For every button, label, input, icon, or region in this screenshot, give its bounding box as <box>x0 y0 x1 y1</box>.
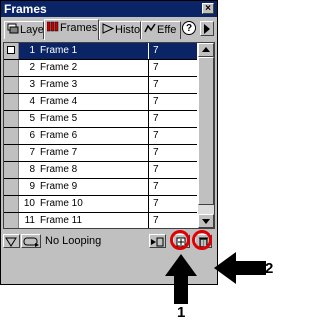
frame-number: 6 <box>29 130 35 141</box>
frame-visibility-toggle[interactable] <box>4 128 19 144</box>
frame-name[interactable]: Frame 5 <box>40 113 77 124</box>
frame-visibility-toggle[interactable] <box>4 77 19 93</box>
frame-name[interactable]: Frame 11 <box>40 215 82 226</box>
frame-name[interactable]: Frame 6 <box>40 130 77 141</box>
frame-number: 10 <box>23 198 35 209</box>
annotation-label-1: 1 <box>177 304 186 321</box>
column-divider <box>148 111 149 127</box>
frame-number: 2 <box>29 62 35 73</box>
title-bar[interactable]: Frames × <box>1 1 217 17</box>
tab-effects[interactable]: Effe <box>141 21 181 39</box>
column-divider <box>148 196 149 212</box>
frame-delay[interactable]: 7 <box>153 147 159 158</box>
scroll-thumb[interactable] <box>198 57 214 205</box>
frame-name[interactable]: Frame 10 <box>40 198 83 209</box>
frame-name[interactable]: Frame 9 <box>40 181 77 192</box>
panel-menu-arrow-icon[interactable] <box>200 21 214 36</box>
close-button[interactable]: × <box>202 3 214 14</box>
frame-number: 4 <box>29 96 35 107</box>
frames-icon <box>46 21 59 32</box>
panel-title: Frames <box>4 2 47 16</box>
arrow-2-icon <box>214 252 266 284</box>
frame-number: 11 <box>24 215 35 226</box>
frame-visibility-toggle[interactable] <box>4 196 19 212</box>
frame-row[interactable]: 11 Frame 11 7 <box>4 213 197 228</box>
frame-delay[interactable]: 7 <box>153 96 159 107</box>
frame-row[interactable]: 9 Frame 9 7 <box>4 179 197 196</box>
frame-visibility-toggle[interactable] <box>4 94 19 110</box>
frame-list: 1 Frame 1 7 2 Frame 2 7 3 Frame 3 7 4 Frame 4 7 5 Fra… <box>3 42 215 229</box>
column-divider <box>148 179 149 195</box>
layers-icon <box>7 23 19 34</box>
frame-name[interactable]: Frame 1 <box>40 45 77 56</box>
frame-delay[interactable]: 7 <box>153 79 159 90</box>
frame-name[interactable]: Frame 8 <box>40 164 77 175</box>
looping-status[interactable]: No Looping <box>45 235 101 247</box>
tab-label: Histo <box>115 24 141 36</box>
tab-label: Laye <box>20 24 44 36</box>
column-divider <box>148 94 149 110</box>
frame-visibility-toggle[interactable] <box>4 162 19 178</box>
frame-visibility-toggle[interactable] <box>4 145 19 161</box>
annotation-label-2: 2 <box>265 260 274 277</box>
frame-delay[interactable]: 7 <box>153 113 159 124</box>
highlight-delete-frame <box>192 230 212 250</box>
frame-visibility-toggle[interactable] <box>4 60 19 76</box>
loop-icon[interactable] <box>21 234 41 248</box>
frame-row[interactable]: 10 Frame 10 7 <box>4 196 197 213</box>
frame-row[interactable]: 2 Frame 2 7 <box>4 60 197 77</box>
column-divider <box>148 43 149 59</box>
column-divider <box>148 213 149 228</box>
effects-icon <box>144 23 156 34</box>
distribute-to-frames-icon[interactable] <box>149 234 166 248</box>
frame-delay[interactable]: 7 <box>153 45 159 56</box>
frame-row[interactable]: 6 Frame 6 7 <box>4 128 197 145</box>
frame-number: 7 <box>29 147 35 158</box>
frame-delay[interactable]: 7 <box>153 198 159 209</box>
frame-name[interactable]: Frame 4 <box>40 96 77 107</box>
frame-delay[interactable]: 7 <box>153 215 159 226</box>
frame-number: 9 <box>29 181 35 192</box>
vertical-scrollbar[interactable] <box>198 43 214 228</box>
help-button[interactable]: ? <box>182 21 196 35</box>
tab-label: Effe <box>157 24 177 36</box>
frame-number: 5 <box>29 113 35 124</box>
tab-label: Frames <box>60 22 98 34</box>
arrow-1-icon <box>165 254 197 304</box>
frame-row[interactable]: 5 Frame 5 7 <box>4 111 197 128</box>
frame-number: 3 <box>29 79 35 90</box>
frame-visibility-toggle[interactable] <box>4 111 19 127</box>
tab-frames[interactable]: Frames <box>44 19 99 40</box>
frame-name[interactable]: Frame 3 <box>40 79 77 90</box>
column-divider <box>148 128 149 144</box>
frame-row[interactable]: 7 Frame 7 7 <box>4 145 197 162</box>
frame-name[interactable]: Frame 7 <box>40 147 77 158</box>
frame-delay[interactable]: 7 <box>153 62 159 73</box>
column-divider <box>148 145 149 161</box>
frame-number: 8 <box>29 164 35 175</box>
frame-row[interactable]: 8 Frame 8 7 <box>4 162 197 179</box>
frame-visibility-toggle[interactable] <box>4 179 19 195</box>
frame-delay[interactable]: 7 <box>153 130 159 141</box>
onion-skin-icon[interactable] <box>3 234 20 248</box>
highlight-add-frame <box>170 230 190 250</box>
frame-number: 1 <box>29 45 35 56</box>
frame-visibility-toggle[interactable] <box>4 43 19 59</box>
frame-delay[interactable]: 7 <box>153 181 159 192</box>
frame-row[interactable]: 1 Frame 1 7 <box>4 43 197 60</box>
scroll-up-icon[interactable] <box>198 43 214 57</box>
frame-row[interactable]: 4 Frame 4 7 <box>4 94 197 111</box>
column-divider <box>148 162 149 178</box>
frame-name[interactable]: Frame 2 <box>40 62 77 73</box>
frame-delay[interactable]: 7 <box>153 164 159 175</box>
tab-history[interactable]: Histo <box>99 21 141 39</box>
tab-layers[interactable]: Laye <box>4 21 44 39</box>
frame-row[interactable]: 3 Frame 3 7 <box>4 77 197 94</box>
history-icon <box>102 23 115 34</box>
column-divider <box>148 77 149 93</box>
column-divider <box>148 60 149 76</box>
frame-visibility-toggle[interactable] <box>4 213 19 228</box>
scroll-down-icon[interactable] <box>198 214 214 228</box>
